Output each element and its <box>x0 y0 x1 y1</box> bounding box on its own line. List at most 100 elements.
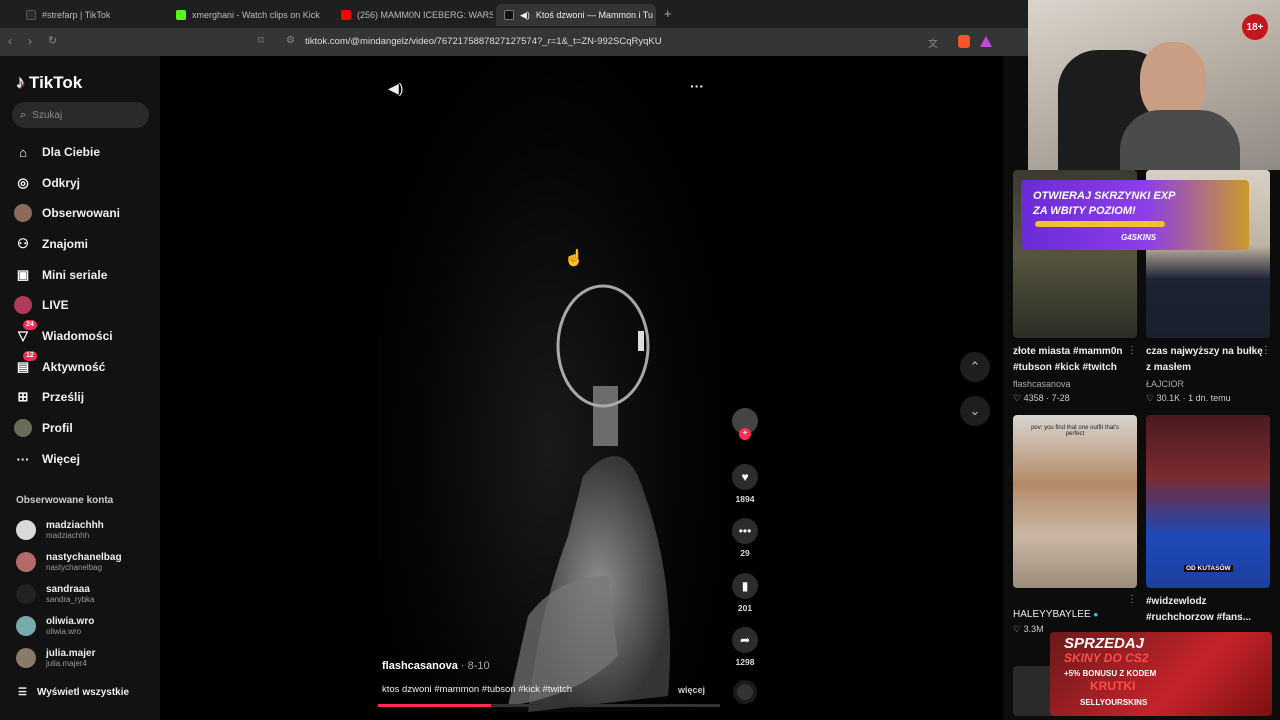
card-likes: 3.3M <box>1023 624 1044 634</box>
next-video-button[interactable]: ⌄ <box>960 396 990 426</box>
sidebar-item-znajomi[interactable]: ⚇ Znajomi <box>14 232 88 256</box>
share-icon[interactable]: ➦ <box>732 627 758 653</box>
sidebar-item-obserwowani[interactable]: Obserwowani <box>14 201 120 225</box>
forward-icon[interactable]: › <box>28 34 32 48</box>
avatar-icon <box>14 204 32 222</box>
card-more-icon[interactable]: ⋮ <box>1127 594 1137 605</box>
music-disc[interactable] <box>732 680 758 704</box>
translate-icon[interactable]: 文 <box>928 35 938 50</box>
sidebar-item-mini-seriale[interactable]: ▣ Mini seriale <box>14 263 108 287</box>
sidebar-item-aktywność[interactable]: ▤ 12 Aktywność <box>14 351 106 379</box>
card-likes: 4358 <box>1023 393 1044 403</box>
ad-line1: SPRZEDAJ <box>1064 635 1145 652</box>
followed-account[interactable]: oliwia.wro oliwia.wro <box>16 612 94 640</box>
card-title[interactable]: HALEYYBAYLEE ● <box>1013 607 1131 623</box>
card-more-icon[interactable]: ⋮ <box>1127 345 1137 356</box>
sidebar-item-odkryj[interactable]: ◎ Odkryj <box>14 171 80 195</box>
video-player[interactable]: ◀) ··· flashcasanova · 8-10 ktos dzwoni … <box>378 56 720 712</box>
brave-rewards-icon[interactable] <box>980 36 992 47</box>
home-icon: ⌂ <box>19 144 27 160</box>
sidebar-item-label: LIVE <box>42 298 69 312</box>
more-options-icon[interactable]: ··· <box>690 78 704 94</box>
audio-playing-icon: ◀) <box>520 9 530 20</box>
video-author[interactable]: flashcasanova <box>382 660 458 672</box>
comment-action[interactable]: ••• 29 <box>732 518 758 558</box>
card-title[interactable]: złote miasta #mamm0n #tubson #kick #twit… <box>1013 344 1131 376</box>
save-action[interactable]: ▮ 201 <box>732 573 758 613</box>
like-count: 1894 <box>735 494 755 504</box>
sidebar-item-wiadomości[interactable]: ▽ 24 Wiadomości <box>14 320 113 348</box>
heart-outline-icon: ♡ <box>1013 624 1022 634</box>
account-text: julia.majer julia.majer4 <box>46 648 95 669</box>
account-handle: madziachhh <box>46 530 90 540</box>
followed-account[interactable]: sandraaa sandra_rybka <box>16 580 94 608</box>
tiktok-logo[interactable]: ♪ TikTok <box>16 72 82 93</box>
bookmark-icon[interactable]: ⌑ <box>258 34 264 47</box>
volume-icon[interactable]: ◀) <box>388 80 403 97</box>
video-thumbnail[interactable]: pov: you find that one outfit that's per… <box>1013 415 1137 588</box>
browser-tab-active[interactable]: ◀) Ktoś dzwoni — Mammon i Tu × <box>496 4 656 26</box>
account-text: sandraaa sandra_rybka <box>46 584 94 605</box>
like-action[interactable]: ♥ 1894 <box>732 464 758 504</box>
account-name: sandraaa <box>46 583 90 595</box>
show-all-accounts-button[interactable]: ☰ Wyświetl wszystkie <box>18 680 129 704</box>
sidebar-item-prześlij[interactable]: ⊞ Prześlij <box>14 385 84 409</box>
brave-shield-icon[interactable] <box>958 35 970 48</box>
previous-video-button[interactable]: ⌃ <box>960 352 990 382</box>
card-title[interactable]: czas najwyższy na bułkę z masłem <box>1146 344 1264 376</box>
followed-account[interactable]: nastychanelbag nastychanelbag <box>16 548 122 576</box>
video-author-line: flashcasanova · 8-10 <box>382 660 490 672</box>
sidebar-item-profil[interactable]: Profil <box>14 416 73 440</box>
new-tab-button[interactable]: + <box>664 6 672 21</box>
share-action[interactable]: ➦ 1298 <box>732 627 758 667</box>
card-more-icon[interactable]: ⋮ <box>1261 345 1271 356</box>
site-settings-icon[interactable]: ⚙ <box>286 35 295 46</box>
browser-tab-1[interactable]: #strefarp | TikTok <box>18 4 168 26</box>
card-author[interactable]: ŁAJCIOR <box>1146 379 1184 389</box>
notification-badge: 24 <box>23 320 37 330</box>
tiktok-favicon-icon <box>26 10 36 20</box>
followed-account[interactable]: julia.majer julia.majer4 <box>16 644 95 672</box>
card-author[interactable]: flashcasanova <box>1013 379 1071 389</box>
more-icon: ··· <box>16 451 30 467</box>
account-handle: sandra_rybka <box>46 594 95 604</box>
sidebar-item-label: Aktywność <box>42 360 106 374</box>
video-frame <box>508 284 670 712</box>
url-field[interactable]: tiktok.com/@mindangelz/video/76721758878… <box>305 36 662 47</box>
follow-plus-icon[interactable]: + <box>739 428 751 440</box>
inbox-icon: ▤ 12 <box>14 351 37 376</box>
upload-icon: ⊞ <box>17 389 29 404</box>
sidebar-item-dla-ciebie[interactable]: ⌂ Dla Ciebie <box>14 140 100 164</box>
browser-tab-2[interactable]: xmerghani - Watch clips on Kick <box>168 4 333 26</box>
followed-account[interactable]: madziachhh madziachhh <box>16 516 104 544</box>
ad-banner-sellyourskins[interactable]: SPRZEDAJ SKINY DO CS2 +5% BONUSU Z KODEM… <box>1050 632 1272 716</box>
bookmark-save-icon[interactable]: ▮ <box>732 573 758 599</box>
sidebar-item-live[interactable]: LIVE <box>14 293 69 317</box>
progress-track[interactable] <box>378 704 720 707</box>
video-thumbnail[interactable]: OD KUTASÓW <box>1146 415 1270 588</box>
reload-icon[interactable]: ↻ <box>48 34 57 47</box>
ad-banner-g4skins[interactable]: OTWIERAJ SKRZYNKI EXP ZA WBITY POZIOM! G… <box>1021 180 1249 250</box>
sidebar-item-label: Więcej <box>42 452 80 466</box>
sidebar-item-label: Wiadomości <box>42 329 113 343</box>
account-name: madziachhh <box>46 519 104 531</box>
card-title[interactable]: #widzewlodz #ruchchorzow #fans... <box>1146 594 1270 626</box>
caption-more-button[interactable]: więcej <box>678 685 705 695</box>
profile-avatar-icon <box>14 419 32 437</box>
card-meta: ♡ 4358 · 7-28 <box>1013 393 1070 403</box>
browser-tab-3[interactable]: (256) MAMM0N ICEBERG: WARSTW... <box>333 4 493 26</box>
search-input[interactable]: ⌕ Szukaj <box>12 102 149 128</box>
youtube-favicon-icon <box>341 10 351 20</box>
music-disc-icon <box>733 680 757 704</box>
sidebar-item-więcej[interactable]: ··· Więcej <box>14 447 80 471</box>
heart-icon[interactable]: ♥ <box>732 464 758 490</box>
video-feed: ◀) ··· flashcasanova · 8-10 ktos dzwoni … <box>160 56 1002 720</box>
ad-line2: ZA WBITY POZIOM! <box>1033 205 1136 217</box>
sidebar-item-label: Znajomi <box>42 237 89 251</box>
creator-avatar[interactable]: + <box>732 408 758 440</box>
thumb-caption: pov: you find that one outfit that's per… <box>1031 425 1119 437</box>
ad-brand: G4SKINS <box>1121 233 1157 242</box>
comment-icon[interactable]: ••• <box>732 518 758 544</box>
sidebar: ♪ TikTok ⌕ Szukaj ⌂ Dla Ciebie ◎ Odkryj Obse… <box>0 56 160 720</box>
back-icon[interactable]: ‹ <box>8 34 12 48</box>
